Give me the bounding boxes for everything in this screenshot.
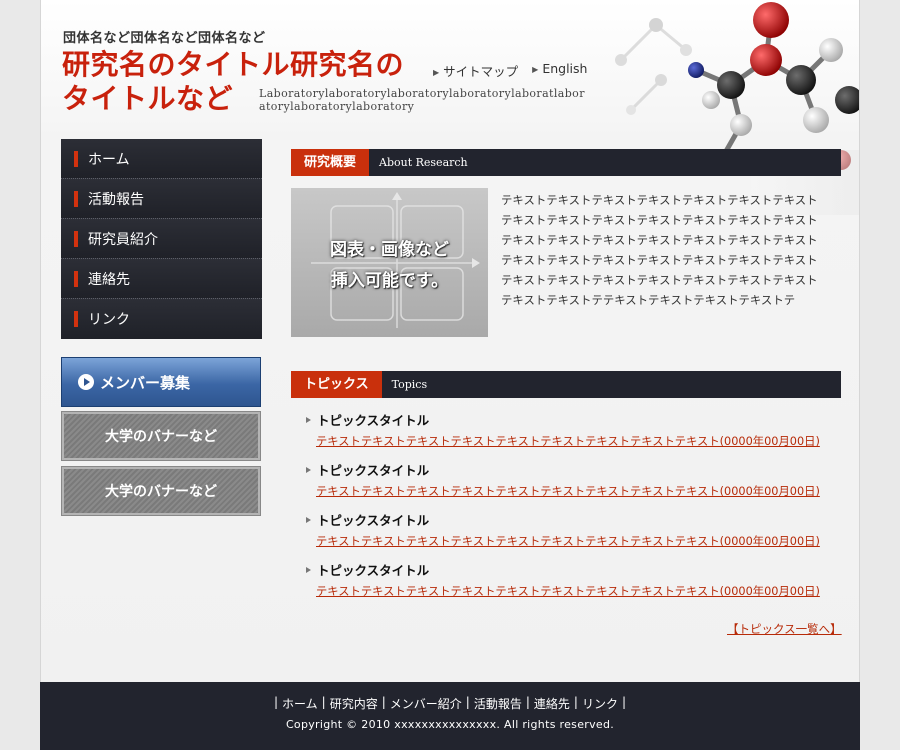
topic-item: トピックスタイトル テキストテキストテキストテキストテキストテキストテキストテキ…	[306, 510, 846, 560]
header-links: ▶ サイトマップ ▶ English	[433, 61, 587, 80]
university-banner-1[interactable]: 大学のバナーなど	[61, 411, 261, 461]
topics-heading-en: Topics	[391, 378, 428, 391]
footer-separator: |	[321, 695, 326, 709]
topic-title: トピックスタイトル	[306, 560, 846, 579]
about-figure: 図表・画像など 挿入可能です。	[291, 188, 488, 337]
nav-bullet	[74, 230, 78, 247]
footer-nav: | ホーム | 研究内容 | メンバー紹介 | 活動報告 | 連絡先 | リンク…	[40, 695, 860, 712]
topic-link[interactable]: テキストテキストテキストテキストテキストテキストテキストテキストテキスト(000…	[316, 483, 846, 499]
about-text: テキストテキストテキストテキストテキストテキストテキストテキストテキストテキスト…	[501, 193, 818, 307]
nav-bullet	[74, 190, 78, 207]
nav-bullet	[74, 311, 78, 327]
topic-item: トピックスタイトル テキストテキストテキストテキストテキストテキストテキストテキ…	[306, 460, 846, 510]
topic-title: トピックスタイトル	[306, 410, 846, 429]
page-container: 団体名など団体名など団体名など 研究名のタイトル研究名の タイトルなど ▶ サイト…	[40, 0, 860, 682]
topics-list: トピックスタイトル テキストテキストテキストテキストテキストテキストテキストテキ…	[306, 410, 846, 610]
topic-link[interactable]: テキストテキストテキストテキストテキストテキストテキストテキストテキスト(000…	[316, 433, 846, 449]
nav-item-activity[interactable]: 活動報告	[61, 179, 262, 219]
sidebar-nav: ホーム 活動報告 研究員紹介 連絡先 リンク	[61, 139, 262, 339]
arrow-icon: ▶	[433, 68, 440, 77]
footer-link-contact[interactable]: 連絡先	[534, 695, 570, 712]
nav-item-home[interactable]: ホーム	[61, 139, 262, 179]
footer-separator: |	[381, 695, 386, 709]
english-link[interactable]: ▶ English	[532, 61, 587, 80]
figure-caption-1: 図表・画像など	[330, 240, 449, 260]
triangle-icon	[306, 516, 311, 523]
topic-item: トピックスタイトル テキストテキストテキストテキストテキストテキストテキストテキ…	[306, 560, 846, 610]
footer-link-members[interactable]: メンバー紹介	[390, 695, 462, 712]
footer-separator: |	[525, 695, 530, 709]
nav-bullet	[74, 270, 78, 287]
footer-separator: |	[465, 695, 470, 709]
about-heading-en: About Research	[379, 156, 468, 169]
nav-item-contact[interactable]: 連絡先	[61, 259, 262, 299]
topic-title: トピックスタイトル	[306, 460, 846, 479]
university-banner-2[interactable]: 大学のバナーなど	[61, 466, 261, 516]
footer: | ホーム | 研究内容 | メンバー紹介 | 活動報告 | 連絡先 | リンク…	[40, 682, 860, 750]
about-heading: 研究概要 About Research	[291, 149, 841, 176]
triangle-icon	[306, 466, 311, 473]
topics-more-link[interactable]: 【トピックス一覧へ】	[727, 621, 842, 637]
nav-item-researchers[interactable]: 研究員紹介	[61, 219, 262, 259]
topics-heading-jp: トピックス	[291, 371, 382, 398]
org-name: 団体名など団体名など団体名など	[63, 31, 266, 46]
footer-separator: |	[273, 695, 279, 709]
topic-link[interactable]: テキストテキストテキストテキストテキストテキストテキストテキストテキスト(000…	[316, 583, 846, 599]
topic-item: トピックスタイトル テキストテキストテキストテキストテキストテキストテキストテキ…	[306, 410, 846, 460]
footer-separator: |	[573, 695, 578, 709]
figure-caption-2: 挿入可能です。	[330, 271, 449, 291]
triangle-icon	[306, 416, 311, 423]
copyright: Copyright © 2010 xxxxxxxxxxxxxxx. All ri…	[285, 718, 615, 731]
footer-link-home[interactable]: ホーム	[282, 695, 318, 712]
footer-link-links[interactable]: リンク	[582, 695, 618, 712]
arrow-icon: ▶	[532, 65, 539, 74]
nav-bullet	[74, 150, 78, 167]
site-title-line1: 研究名のタイトル研究名の	[62, 48, 405, 81]
triangle-icon	[306, 566, 311, 573]
lab-text: Laboratorylaboratorylaboratorylaboratory…	[259, 87, 585, 113]
topic-title: トピックスタイトル	[306, 510, 846, 529]
about-heading-jp: 研究概要	[291, 149, 370, 176]
member-recruit-banner[interactable]: メンバー募集	[61, 357, 261, 407]
topics-heading: トピックス Topics	[291, 371, 841, 398]
footer-separator: |	[621, 695, 627, 709]
figure-diagram	[311, 192, 480, 328]
topic-link[interactable]: テキストテキストテキストテキストテキストテキストテキストテキストテキスト(000…	[316, 533, 846, 549]
footer-link-activity[interactable]: 活動報告	[474, 695, 522, 712]
footer-link-research[interactable]: 研究内容	[330, 695, 378, 712]
play-icon	[78, 374, 94, 390]
sitemap-link[interactable]: ▶ サイトマップ	[433, 61, 518, 80]
nav-item-links[interactable]: リンク	[61, 299, 262, 339]
molecule-image	[615, 2, 859, 215]
